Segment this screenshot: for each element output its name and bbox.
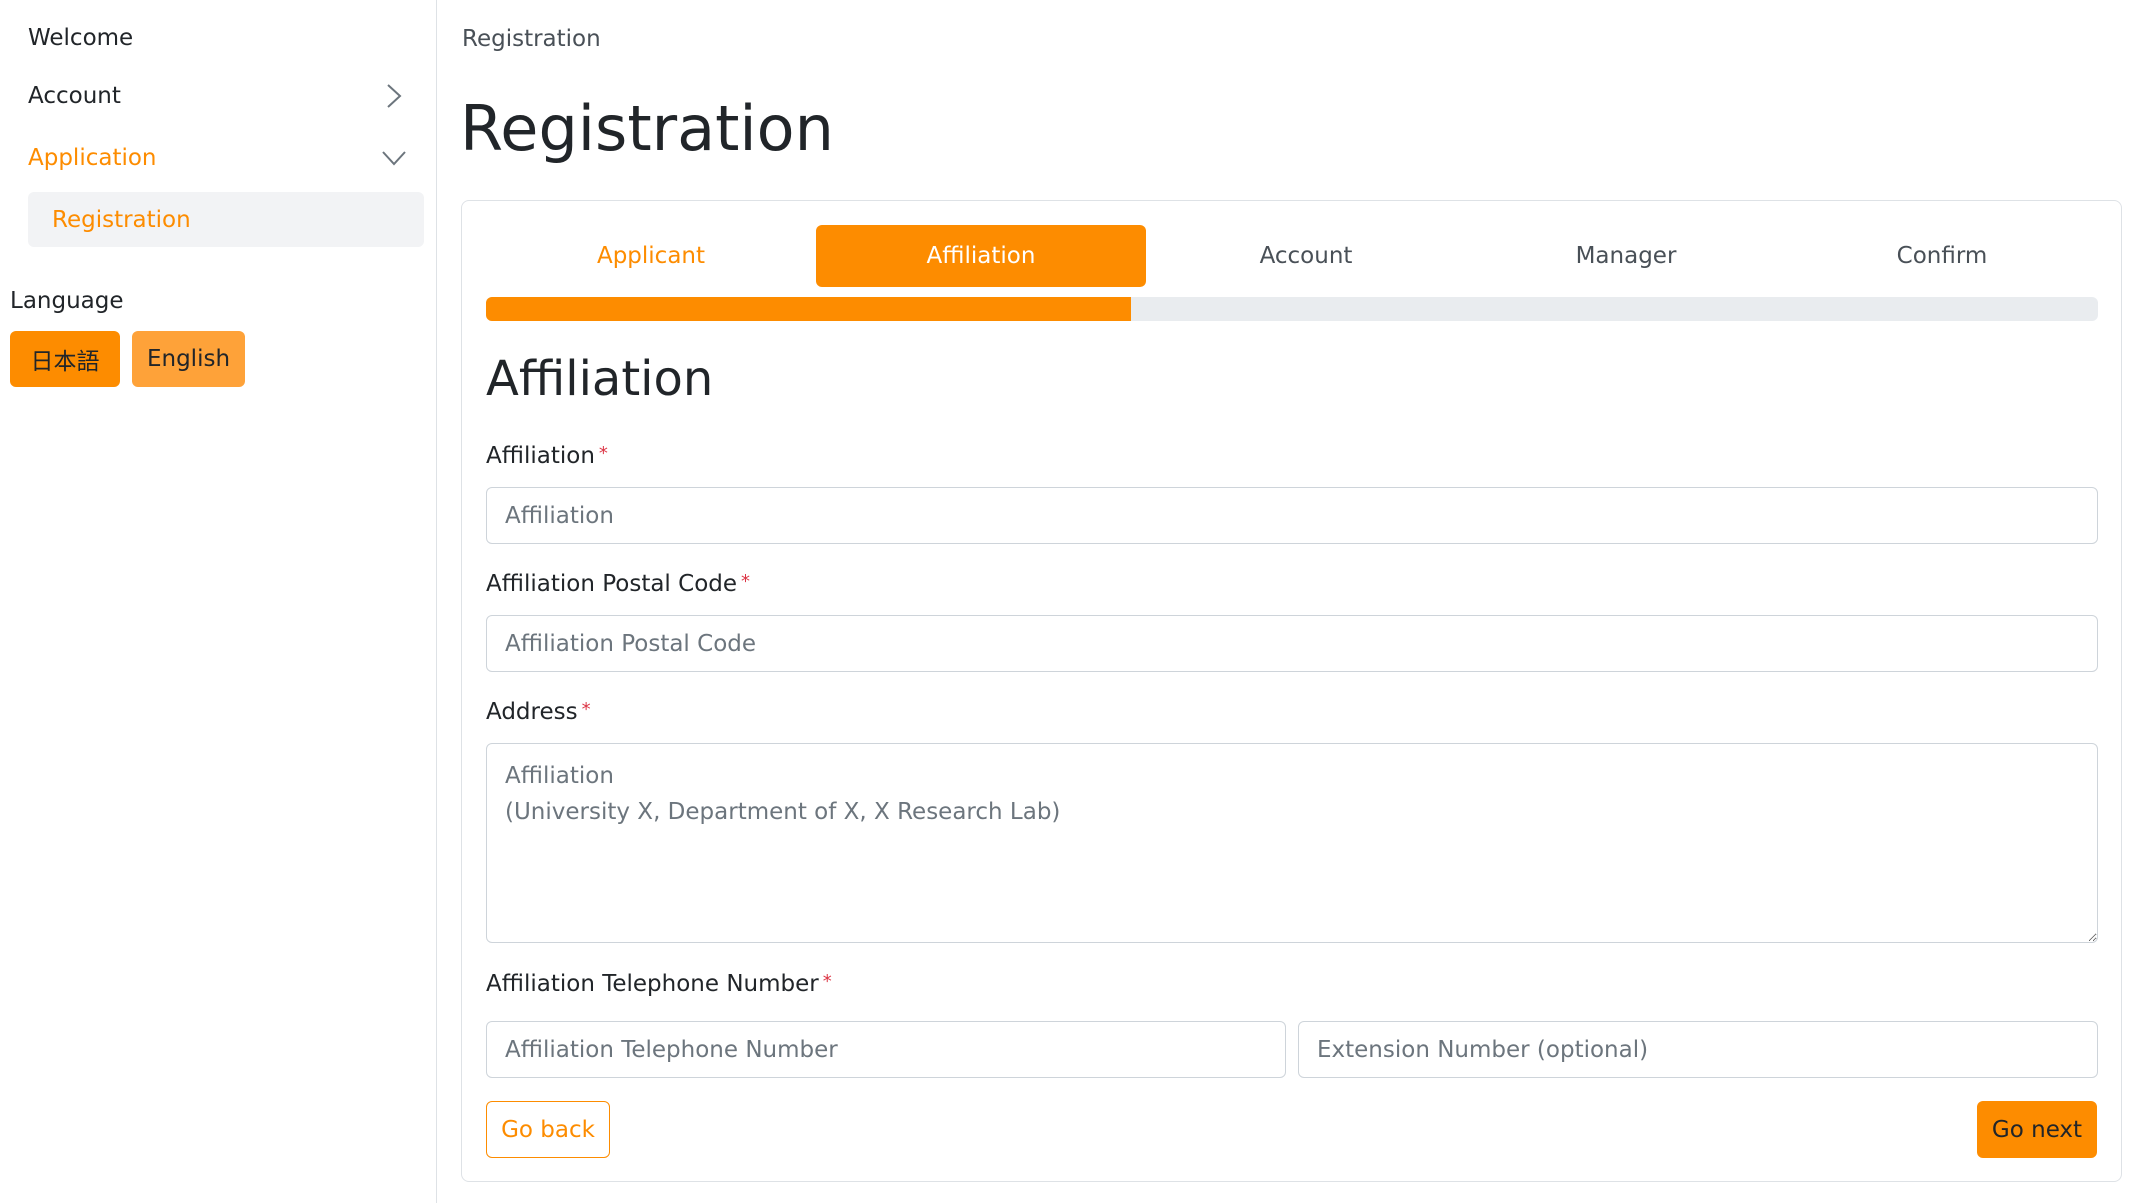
tab-manager[interactable]: Manager <box>1466 225 1786 287</box>
address-textarea[interactable] <box>486 743 2098 943</box>
english-language-button[interactable]: English <box>132 331 245 387</box>
tab-applicant[interactable]: Applicant <box>486 225 816 287</box>
go-next-button[interactable]: Go next <box>1977 1101 2097 1158</box>
chevron-down-icon <box>380 144 408 172</box>
step-progress-fill <box>486 297 1131 321</box>
step-tabs: Applicant Affiliation Account Manager Co… <box>486 225 2098 287</box>
sidebar-item-account[interactable]: Account <box>28 72 408 120</box>
postal-code-input[interactable] <box>486 615 2098 672</box>
tab-confirm[interactable]: Confirm <box>1786 225 2098 287</box>
registration-card: Applicant Affiliation Account Manager Co… <box>461 200 2122 1182</box>
required-marker: * <box>598 443 608 464</box>
postal-code-label: Affiliation Postal Code * <box>486 571 750 597</box>
address-label-text: Address <box>486 699 578 725</box>
chevron-right-icon <box>380 82 408 110</box>
extension-input[interactable] <box>1298 1021 2098 1078</box>
affiliation-label: Affiliation * <box>486 443 608 469</box>
affiliation-input[interactable] <box>486 487 2098 544</box>
required-marker: * <box>822 971 832 992</box>
tab-account[interactable]: Account <box>1146 225 1466 287</box>
address-label: Address * <box>486 699 591 725</box>
sidebar-item-application[interactable]: Application <box>28 134 408 182</box>
telephone-label-text: Affiliation Telephone Number <box>486 971 819 997</box>
sidebar: Welcome Account Application Registration… <box>0 0 437 1203</box>
affiliation-label-text: Affiliation <box>486 443 595 469</box>
japanese-language-button[interactable]: 日本語 <box>10 331 120 387</box>
sidebar-item-label: Welcome <box>28 25 134 51</box>
sidebar-item-welcome[interactable]: Welcome <box>28 14 408 62</box>
sidebar-item-label: Application <box>28 145 157 171</box>
sidebar-item-registration[interactable]: Registration <box>28 192 424 247</box>
telephone-label: Affiliation Telephone Number * <box>486 971 832 997</box>
breadcrumb: Registration <box>462 26 601 52</box>
section-title: Affiliation <box>486 351 714 407</box>
step-progress-bar <box>486 297 2098 321</box>
language-label: Language <box>10 288 124 314</box>
page-title: Registration <box>460 92 834 165</box>
go-back-button[interactable]: Go back <box>486 1101 610 1158</box>
required-marker: * <box>741 571 751 592</box>
required-marker: * <box>581 699 591 720</box>
tab-affiliation[interactable]: Affiliation <box>816 225 1146 287</box>
telephone-input[interactable] <box>486 1021 1286 1078</box>
sidebar-item-label: Account <box>28 83 121 109</box>
postal-code-label-text: Affiliation Postal Code <box>486 571 738 597</box>
